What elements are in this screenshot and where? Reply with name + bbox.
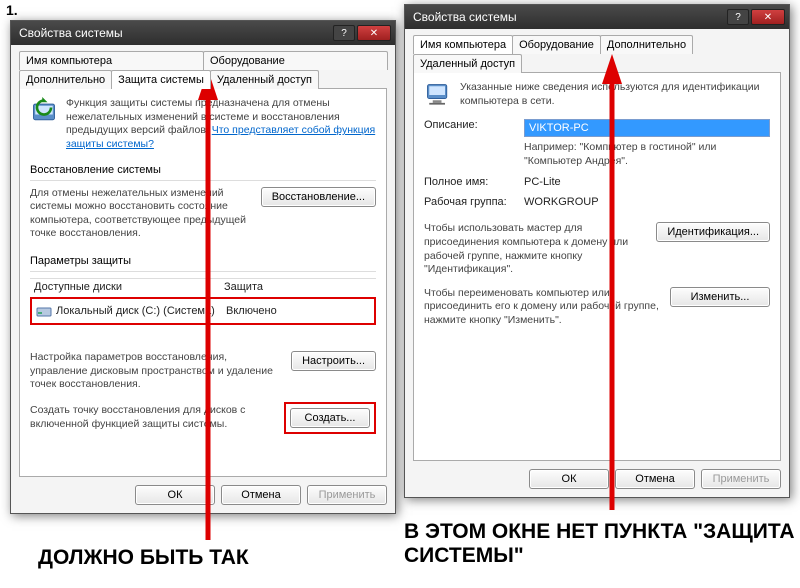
drive-row[interactable]: Локальный диск (C:) (Система) Включено [32, 299, 374, 323]
tab-hardware[interactable]: Оборудование [203, 51, 388, 70]
label-fullname: Полное имя: [424, 176, 524, 188]
titlebar-right: Свойства системы ? ✕ [405, 5, 789, 29]
col-drives: Доступные диски [34, 281, 224, 293]
drive-name: Локальный диск (C:) (Система) [56, 305, 215, 317]
cancel-button[interactable]: Отмена [615, 469, 695, 489]
section-params-title: Параметры защиты [30, 255, 376, 267]
tab-system-protection[interactable]: Защита системы [111, 70, 211, 89]
description-example: Например: "Компьютер в гостиной" или "Ко… [524, 141, 770, 168]
intro-text-block: Функция защиты системы предназначена для… [66, 97, 376, 152]
window-right: Свойства системы ? ✕ Имя компьютера Обор… [404, 4, 790, 498]
label-1: 1. [6, 2, 18, 18]
tab-panel-right: Указанные ниже сведения используются для… [413, 72, 781, 461]
tab-remote[interactable]: Удаленный доступ [210, 70, 319, 89]
intro-text: Указанные ниже сведения используются для… [460, 81, 770, 109]
apply-button[interactable]: Применить [701, 469, 781, 489]
footer-buttons-right: ОК Отмена Применить [413, 461, 781, 489]
create-desc: Создать точку восстановления для дисков … [30, 404, 276, 431]
restore-icon [30, 97, 58, 125]
label-workgroup: Рабочая группа: [424, 196, 524, 208]
close-button[interactable]: ✕ [357, 25, 391, 41]
highlight-drive-row: Локальный диск (C:) (Система) Включено [30, 297, 376, 325]
drive-status: Включено [226, 305, 370, 317]
restore-desc: Для отмены нежелательных изменений систе… [30, 187, 253, 242]
tab-advanced[interactable]: Дополнительно [19, 70, 112, 89]
configure-button[interactable]: Настроить... [291, 351, 376, 371]
client-area-right: Имя компьютера Оборудование Дополнительн… [405, 29, 789, 497]
tab-remote[interactable]: Удаленный доступ [413, 54, 522, 73]
tab-advanced[interactable]: Дополнительно [600, 35, 693, 54]
apply-button[interactable]: Применить [307, 485, 387, 505]
client-area-left: Имя компьютера Оборудование Дополнительн… [11, 45, 395, 513]
label-description: Описание: [424, 119, 524, 131]
close-button[interactable]: ✕ [751, 9, 785, 25]
create-button[interactable]: Создать... [290, 408, 370, 428]
tab-hardware[interactable]: Оборудование [512, 35, 601, 54]
ok-button[interactable]: ОК [529, 469, 609, 489]
value-workgroup: WORKGROUP [524, 196, 599, 208]
change-desc: Чтобы переименовать компьютер или присое… [424, 287, 662, 328]
highlight-create-button: Создать... [284, 402, 376, 434]
caption-left: ДОЛЖНО БЫТЬ ТАК [38, 546, 249, 570]
identify-desc: Чтобы использовать мастер для присоедине… [424, 222, 648, 277]
drives-table-header: Доступные диски Защита [30, 278, 376, 295]
tab-strip-right: Имя компьютера Оборудование Дополнительн… [413, 35, 781, 73]
change-button[interactable]: Изменить... [670, 287, 770, 307]
configure-desc: Настройка параметров восстановления, упр… [30, 351, 283, 392]
titlebar-left: Свойства системы ? ✕ [11, 21, 395, 45]
caption-right: В ЭТОМ ОКНЕ НЕТ ПУНКТА "ЗАЩИТА СИСТЕМЫ" [404, 520, 800, 568]
help-button[interactable]: ? [727, 9, 749, 25]
value-fullname: PC-Lite [524, 176, 561, 188]
drive-icon [36, 303, 52, 319]
description-input[interactable] [524, 119, 770, 137]
section-restore-title: Восстановление системы [30, 164, 376, 176]
cancel-button[interactable]: Отмена [221, 485, 301, 505]
computer-icon [424, 81, 452, 109]
footer-buttons-left: ОК Отмена Применить [19, 477, 387, 505]
window-title: Свойства системы [19, 26, 331, 40]
tab-computer-name[interactable]: Имя компьютера [413, 35, 513, 54]
tab-computer-name[interactable]: Имя компьютера [19, 51, 204, 70]
tab-strip-row2: Дополнительно Защита системы Удаленный д… [19, 70, 387, 89]
help-button[interactable]: ? [333, 25, 355, 41]
col-protection: Защита [224, 281, 263, 293]
tab-panel-left: Функция защиты системы предназначена для… [19, 88, 387, 477]
window-left: Свойства системы ? ✕ Имя компьютера Обор… [10, 20, 396, 514]
restore-button[interactable]: Восстановление... [261, 187, 376, 207]
window-title: Свойства системы [413, 10, 725, 24]
tab-strip-row1: Имя компьютера Оборудование [19, 51, 387, 70]
identify-button[interactable]: Идентификация... [656, 222, 770, 242]
ok-button[interactable]: ОК [135, 485, 215, 505]
